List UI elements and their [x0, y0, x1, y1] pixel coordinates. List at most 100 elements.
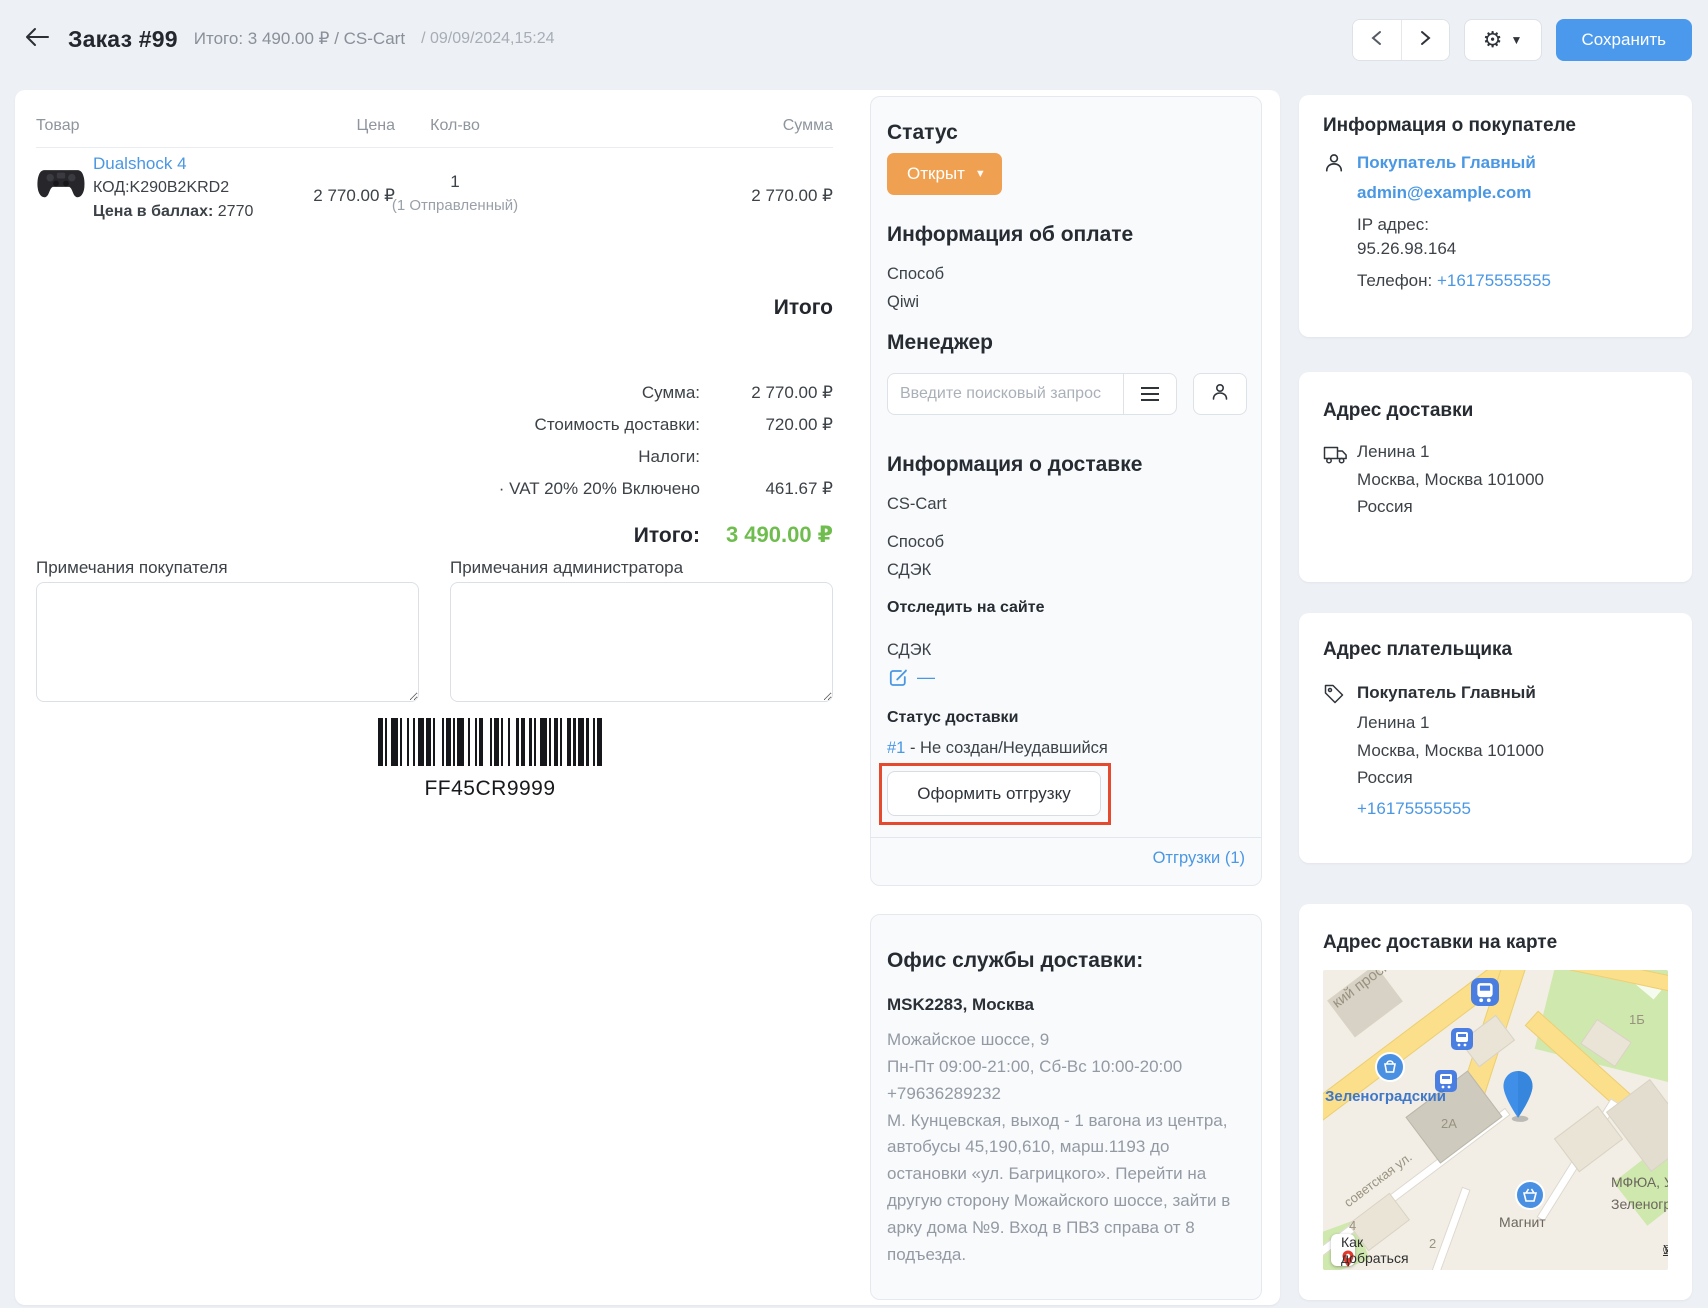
map-house-number: 1Б [1629, 1012, 1645, 1027]
customer-notes-textarea[interactable] [36, 582, 419, 702]
shipping-address-card: Адрес доставки Ленина 1 Москва, Москва 1… [1299, 372, 1692, 582]
shipping-address-text: Ленина 1 Москва, Москва 101000 Россия [1357, 438, 1544, 521]
column-header-qty: Кол-во [415, 117, 495, 135]
map-house-number: 2А [1441, 1116, 1457, 1131]
product-image[interactable] [36, 160, 86, 207]
page-title: Заказ #99 [68, 26, 178, 53]
totals-row-label: Налоги: [433, 447, 700, 467]
hamburger-icon [1141, 387, 1159, 401]
order-status-button[interactable]: Открыт ▼ [887, 153, 1002, 195]
barcode-bars [378, 718, 602, 766]
barcode-block: FF45CR9999 [305, 718, 675, 801]
billing-address-card: Адрес плательщика Покупатель Главный Лен… [1299, 613, 1692, 863]
manager-list-button[interactable] [1123, 373, 1177, 415]
manager-search-input[interactable] [887, 373, 1123, 415]
admin-notes-textarea[interactable] [450, 582, 833, 702]
column-header-sum: Сумма [715, 117, 833, 135]
customer-name-link[interactable]: Покупатель Главный [1357, 153, 1536, 173]
totals-heading: Итого [613, 296, 833, 320]
tracking-number-dash: — [917, 667, 935, 688]
product-qty: 1 [415, 172, 495, 192]
truck-icon [1323, 444, 1349, 471]
customer-info-heading: Информация о покупателе [1323, 115, 1576, 137]
map-street [1424, 1187, 1470, 1270]
shipment-status-row: #1 - Не создан/Неудавшийся [887, 739, 1108, 758]
product-price: 2 770.00 ₽ [295, 186, 395, 206]
status-panel: Статус Открыт ▼ Информация об оплате Спо… [870, 96, 1262, 886]
customer-ip-label: IP адрес: [1357, 215, 1429, 235]
product-name-link[interactable]: Dualshock 4 [93, 154, 187, 174]
shipment-number-link[interactable]: #1 [887, 739, 905, 757]
delivery-map[interactable]: кий просп. Зеленоградский советская ул. … [1323, 970, 1668, 1270]
settings-dropdown-button[interactable]: ⚙ ▼ [1464, 19, 1542, 61]
totals-row-label: · VAT 20% 20% Включено [433, 479, 700, 499]
map-poi-label: МФЮА, У [1611, 1174, 1668, 1190]
shipping-heading: Информация о доставке [887, 453, 1142, 477]
billing-address-text: Ленина 1 Москва, Москва 101000 Россия [1357, 709, 1544, 792]
product-qty-note: (1 Отправленный) [385, 197, 525, 214]
back-arrow-icon [25, 27, 49, 52]
map-heading: Адрес доставки на карте [1323, 932, 1557, 954]
prev-order-button[interactable] [1353, 20, 1401, 60]
product-sum: 2 770.00 ₽ [715, 186, 833, 206]
totals-row-value: 461.67 ₽ [715, 479, 833, 499]
track-carrier: СДЭК [887, 641, 931, 660]
customer-phone-link[interactable]: +16175555555 [1437, 271, 1551, 290]
order-status-value: Открыт [907, 164, 965, 184]
shipments-link[interactable]: Отгрузки (1) [1153, 849, 1245, 868]
product-points: Цена в баллах: 2770 [93, 203, 253, 221]
map-poi-label: Зеленогр [1611, 1196, 1668, 1212]
person-icon [1210, 382, 1230, 407]
map-card: Адрес доставки на карте [1299, 904, 1692, 1300]
customer-ip-value: 95.26.98.164 [1357, 239, 1456, 259]
shipping-address-heading: Адрес доставки [1323, 400, 1473, 422]
create-shipment-button[interactable]: Оформить отгрузку [887, 771, 1101, 816]
gear-icon: ⚙ [1483, 29, 1503, 51]
admin-notes-label: Примечания администратора [450, 558, 683, 578]
customer-info-card: Информация о покупателе Покупатель Главн… [1299, 95, 1692, 337]
chevron-down-icon: ▼ [1510, 33, 1522, 47]
map-terms-link[interactable]: Условия [1663, 1242, 1668, 1257]
map-house-number: 2 [1429, 1236, 1436, 1251]
directions-button[interactable]: Как добраться [1331, 1234, 1355, 1266]
map-district-label: Зеленоградский [1325, 1088, 1446, 1105]
manager-profile-button[interactable] [1193, 373, 1247, 415]
payment-method-label: Способ [887, 265, 944, 284]
billing-phone-link[interactable]: +16175555555 [1357, 799, 1471, 819]
totals-row-label: Стоимость доставки: [433, 415, 700, 435]
column-header-price: Цена [295, 117, 395, 135]
product-code: КОД:K290B2KRD2 [93, 179, 229, 197]
person-icon [1323, 152, 1345, 179]
payment-method-value: Qiwi [887, 293, 919, 312]
office-heading: Офис службы доставки: [887, 949, 1143, 973]
order-subtitle: Итого: 3 490.00 ₽ / CS-Cart [194, 29, 405, 49]
grand-total-value: 3 490.00 ₽ [655, 522, 833, 548]
shipping-method-label: Способ [887, 533, 944, 552]
customer-notes-label: Примечания покупателя [36, 558, 228, 578]
next-order-button[interactable] [1401, 20, 1449, 60]
save-button[interactable]: Сохранить [1556, 19, 1692, 61]
office-details: Можайское шоссе, 9 Пн-Пт 09:00-21:00, Сб… [887, 1027, 1245, 1269]
shipment-status-text: - Не создан/Неудавшийся [905, 739, 1108, 757]
column-header-product: Товар [36, 117, 80, 135]
back-button[interactable] [22, 24, 52, 54]
delivery-office-card: Офис службы доставки: MSK2283, Москва Мо… [870, 914, 1262, 1300]
customer-email-link[interactable]: admin@example.com [1357, 183, 1531, 203]
payment-heading: Информация об оплате [887, 223, 1133, 247]
office-name: MSK2283, Москва [887, 995, 1034, 1015]
top-bar: Заказ #99 Итого: 3 490.00 ₽ / CS-Cart / … [0, 0, 1708, 78]
directions-label: Как добраться [1341, 1234, 1409, 1266]
shipment-status-label: Статус доставки [887, 709, 1018, 727]
map-store-label: Магнит [1499, 1214, 1546, 1230]
edit-tracking-icon[interactable] [887, 667, 909, 694]
shipping-carrier: CS-Cart [887, 495, 947, 514]
customer-phone-label: Телефон: [1357, 271, 1432, 290]
manager-heading: Менеджер [887, 331, 993, 355]
status-heading: Статус [887, 121, 958, 145]
order-date: / 09/09/2024,15:24 [421, 30, 554, 48]
product-points-label: Цена в баллах: [93, 203, 213, 220]
chevron-down-icon: ▼ [975, 168, 986, 180]
panel-divider [871, 837, 1261, 838]
totals-row-label: Сумма: [433, 383, 700, 403]
tag-icon [1323, 683, 1345, 710]
